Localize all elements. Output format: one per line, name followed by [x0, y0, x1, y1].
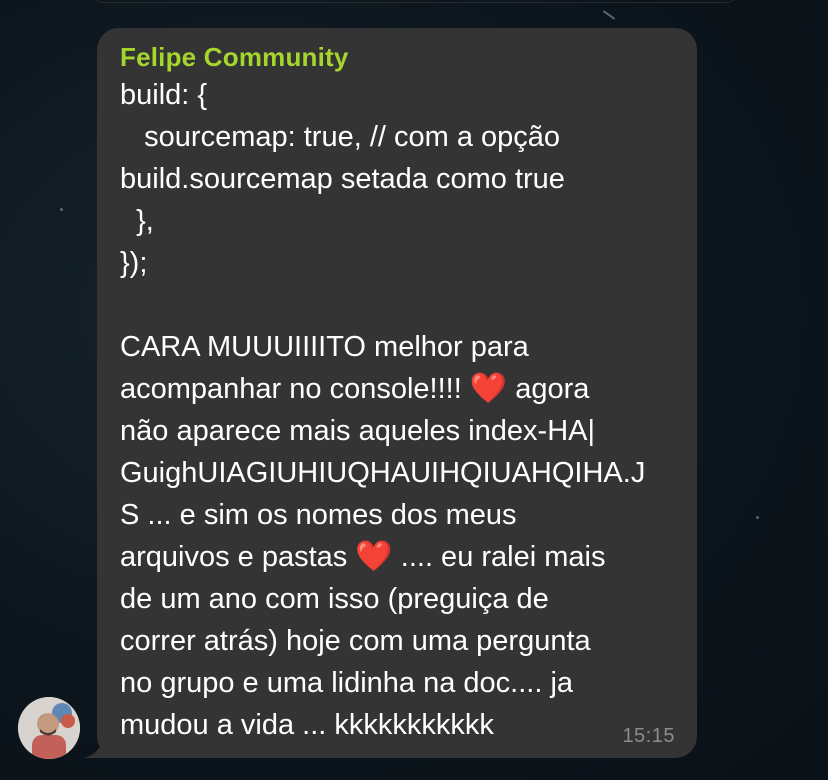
message-line: mudou a vida ... kkkkkkkkkkk [120, 709, 494, 741]
message-line: correr atrás) hoje com uma pergunta [120, 625, 591, 657]
message-text: acompanhar no console!!!! [120, 373, 470, 405]
message-line: S ... e sim os nomes dos meus [120, 499, 517, 531]
background-streak [602, 10, 616, 20]
message-text: arquivos e pastas [120, 541, 356, 573]
sender-name[interactable]: Felipe Community [120, 42, 675, 72]
message-text: agora [507, 373, 590, 405]
message-line: no grupo e uma lidinha na doc.... ja [120, 667, 574, 699]
message-line: acompanhar no console!!!! ❤️ agora [120, 368, 675, 410]
message-line: CARA MUUUIIIITO melhor para [120, 331, 529, 363]
message-line: não aparece mais aqueles index-HA| [120, 415, 596, 447]
avatar-portrait-icon [18, 697, 80, 759]
message-line: build.sourcemap setada como true [120, 163, 565, 195]
user-avatar[interactable] [18, 697, 80, 759]
message-line: }); [120, 247, 148, 279]
message-line: build: { [120, 79, 208, 111]
message-line: de um ano com isso (preguiça de [120, 583, 549, 615]
heart-emoji-icon: ❤️ [355, 540, 393, 573]
message-bubble[interactable]: Felipe Community build: { sourcemap: tru… [97, 28, 697, 758]
message-timestamp: 15:15 [622, 725, 675, 747]
message-line: arquivos e pastas ❤️ .... eu ralei mais [120, 536, 675, 578]
message-line: sourcemap: true, // com a opção [120, 121, 561, 153]
background-star [756, 516, 759, 519]
message-line: GuighUIAGIUHIUQHAUIHQIUAHQIHA.J [120, 457, 646, 489]
previous-message-edge [90, 0, 740, 3]
message-text: .... eu ralei mais [392, 541, 606, 573]
heart-emoji-icon: ❤️ [469, 372, 508, 405]
background-star [60, 208, 63, 211]
message-line: }, [120, 205, 154, 237]
